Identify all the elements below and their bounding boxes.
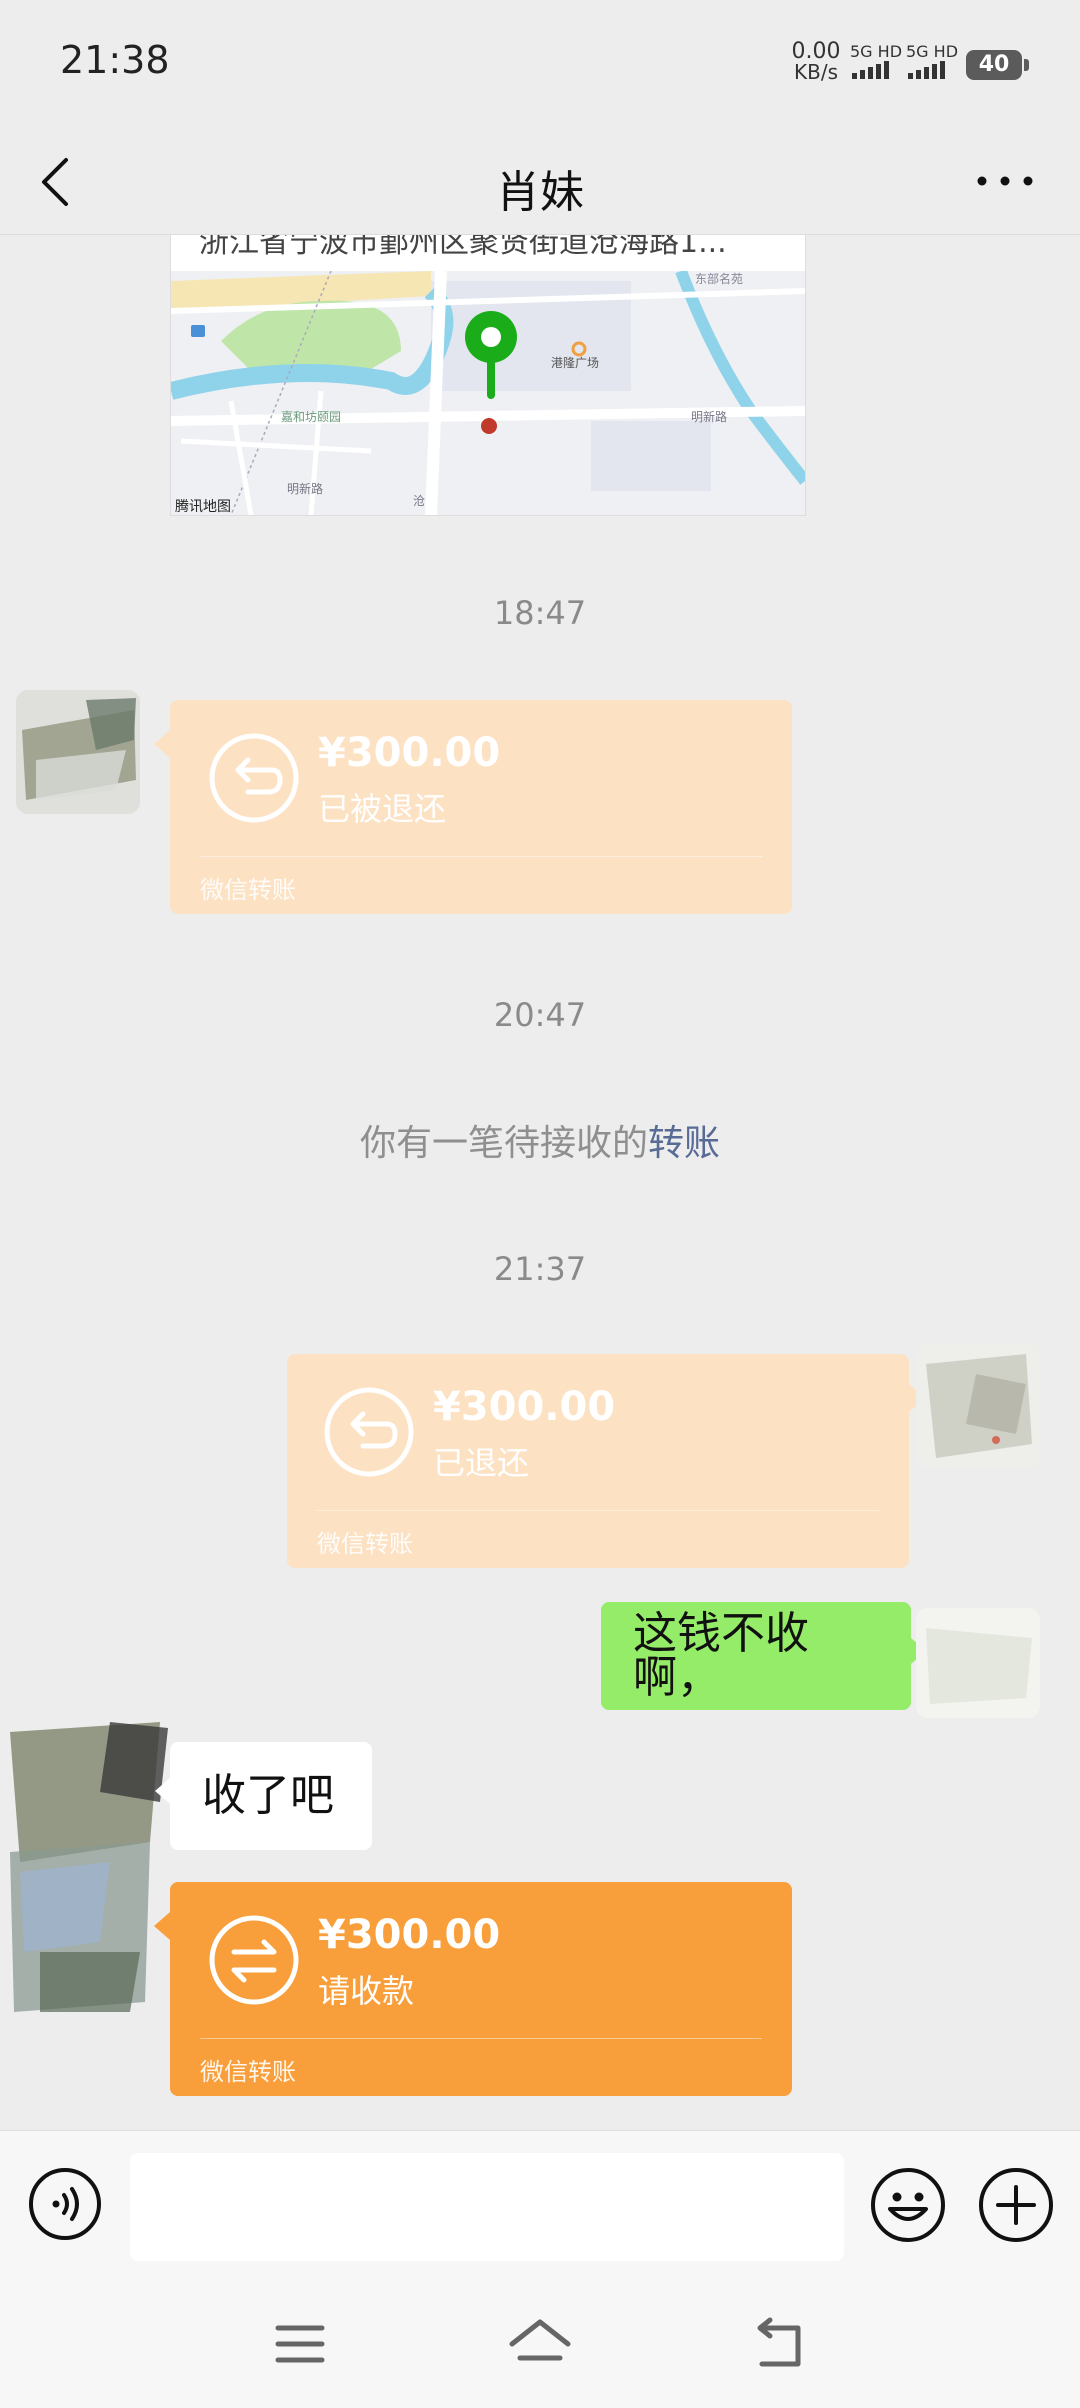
transfer-status: 已退还 xyxy=(433,1444,530,1482)
map-road-label-2: 明新路 xyxy=(287,481,323,496)
avatar-image xyxy=(916,1608,1040,1718)
map-corner-label: 东部名苑 xyxy=(695,271,743,286)
avatar-image xyxy=(0,1712,170,2032)
system-nav-bar xyxy=(0,2280,1080,2408)
transfer-footer: 微信转账 xyxy=(200,2058,296,2086)
signal-1: 5G HD xyxy=(850,42,902,83)
map-road-label-3: 沧 xyxy=(413,493,425,508)
timestamp: 18:47 xyxy=(493,594,587,632)
network-speed-unit: KB/s xyxy=(794,60,838,84)
transfer-card-pending[interactable]: ¥300.00 请收款 微信转账 xyxy=(154,1882,792,2096)
signal-1-label: 5G HD xyxy=(850,42,903,61)
transfer-card-returned-sent[interactable]: ¥300.00 已退还 微信转账 xyxy=(287,1354,925,1568)
map-brand-label: 腾讯地图 xyxy=(175,498,231,515)
signal-bars-icon xyxy=(908,61,945,79)
back-icon[interactable] xyxy=(748,2314,812,2374)
transfer-divider xyxy=(317,1510,879,1511)
status-bar: 21:38 0.00 KB/s 5G HD 5G HD 40 xyxy=(0,0,1080,130)
transfer-footer: 微信转账 xyxy=(200,876,296,904)
transfer-status: 已被退还 xyxy=(318,790,447,828)
map-poi-label: 港隆广场 xyxy=(551,355,599,370)
my-avatar[interactable] xyxy=(916,1344,1040,1468)
message-text: 这钱不收啊， xyxy=(633,1608,809,1703)
transfer-footer: 微信转账 xyxy=(317,1530,413,1558)
plus-icon[interactable] xyxy=(978,2167,1054,2243)
transfer-amount: ¥300.00 xyxy=(318,730,501,776)
message-input[interactable] xyxy=(130,2153,844,2261)
transfer-arrows-icon xyxy=(209,1915,299,2005)
transfer-link[interactable]: 转账 xyxy=(648,1123,720,1164)
map-thumbnail: 港隆广场 东部名苑 明新路 嘉和坊颐园 明新路 沧 腾讯地图 xyxy=(171,271,805,515)
signal-bars-icon xyxy=(852,61,889,79)
transfer-divider xyxy=(200,2038,762,2039)
transfer-amount: ¥300.00 xyxy=(318,1912,501,1958)
signal-2-label: 5G HD xyxy=(906,42,959,61)
contact-avatar[interactable] xyxy=(16,690,140,814)
transfer-divider xyxy=(200,856,762,857)
network-speed-value: 0.00 xyxy=(791,39,841,64)
chat-title: 肖妹 xyxy=(496,167,584,218)
location-address: 浙江省宁波市鄞州区聚贤街道沧海路1... xyxy=(199,234,727,260)
contact-avatar[interactable] xyxy=(0,1712,170,2032)
message-bubble-received[interactable]: 收了吧 xyxy=(155,1742,372,1850)
system-notice: 你有一笔待接收的转账 xyxy=(0,1114,1080,1166)
emoji-icon[interactable] xyxy=(870,2167,946,2243)
map-area-label: 嘉和坊颐园 xyxy=(281,409,341,424)
avatar-image xyxy=(916,1344,1040,1468)
network-speed: 0.00 KB/s xyxy=(790,39,842,84)
transfer-status: 请收款 xyxy=(318,1972,415,2010)
voice-icon[interactable] xyxy=(28,2167,102,2241)
avatar-image xyxy=(16,690,140,814)
input-bar xyxy=(0,2130,1080,2281)
transfer-amount: ¥300.00 xyxy=(433,1384,616,1430)
timestamp: 21:37 xyxy=(493,1250,587,1288)
return-arrow-icon xyxy=(209,733,299,823)
more-dots-icon[interactable] xyxy=(970,156,1040,206)
message-bubble-sent[interactable]: 这钱不收啊， xyxy=(601,1602,926,1710)
chat-header: 肖妹 xyxy=(0,130,1080,235)
return-arrow-icon xyxy=(324,1387,414,1477)
message-list[interactable]: 浙江省宁波市鄞州区聚贤街道沧海路1... 港隆广场 东部名苑 明新路 嘉和坊颐园… xyxy=(0,234,1080,2130)
location-message[interactable]: 浙江省宁波市鄞州区聚贤街道沧海路1... 港隆广场 东部名苑 明新路 嘉和坊颐园… xyxy=(170,234,806,516)
timestamp: 20:47 xyxy=(493,996,587,1034)
system-notice-text: 你有一笔待接收的 xyxy=(359,1123,648,1164)
transfer-card-returned[interactable]: ¥300.00 已被退还 微信转账 xyxy=(154,700,792,914)
signal-2: 5G HD xyxy=(906,42,958,83)
battery-indicator: 40 xyxy=(966,50,1029,80)
map-road-label: 明新路 xyxy=(691,409,727,424)
my-avatar[interactable] xyxy=(916,1608,1040,1718)
status-time: 21:38 xyxy=(60,38,170,82)
home-icon[interactable] xyxy=(508,2314,572,2374)
message-text: 收了吧 xyxy=(202,1770,334,1821)
menu-icon[interactable] xyxy=(268,2314,332,2374)
